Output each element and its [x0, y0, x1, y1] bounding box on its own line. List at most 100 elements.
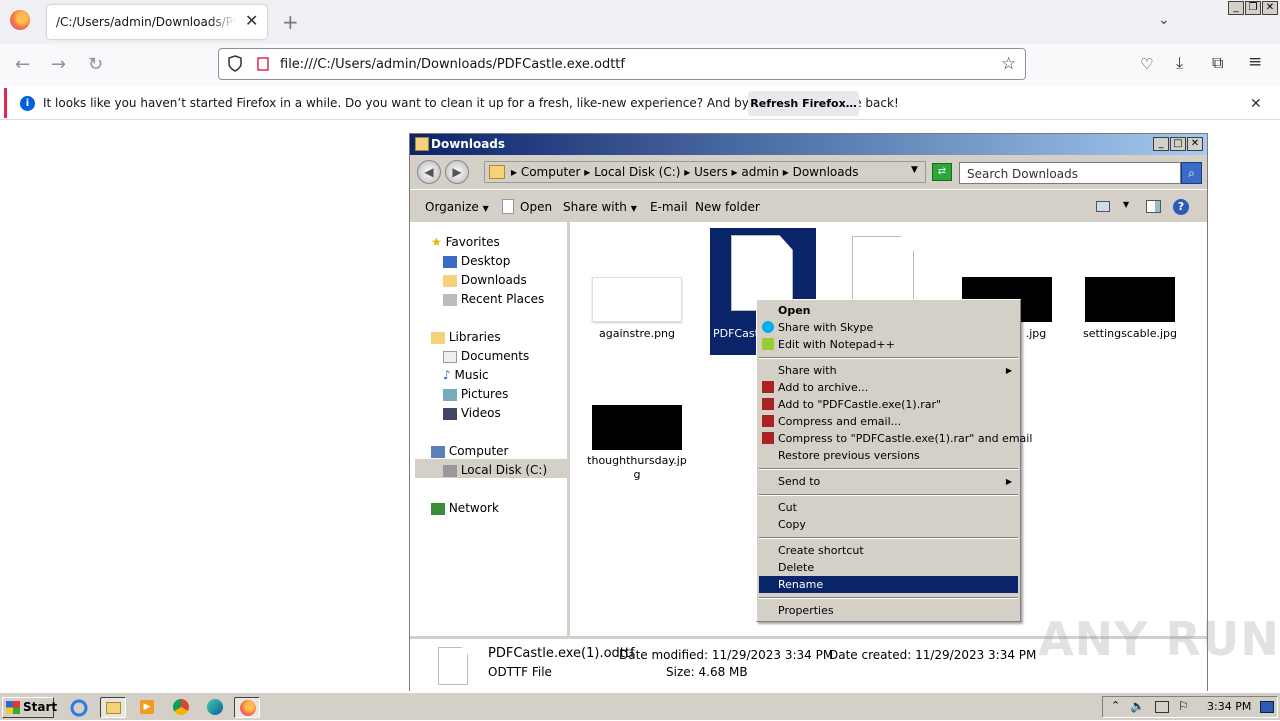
image-thumbnail[interactable] [1085, 277, 1175, 322]
menu-item-cut[interactable]: Cut [759, 499, 1018, 516]
refresh-go-icon[interactable]: ⇄ [932, 163, 952, 181]
image-thumbnail[interactable] [592, 277, 682, 322]
nav-videos[interactable]: Videos [443, 406, 501, 420]
menu-item-add-rar[interactable]: Add to "PDFCastle.exe(1).rar" [759, 396, 1018, 413]
new-folder-button[interactable]: New folder [695, 200, 760, 214]
shield-icon[interactable] [227, 55, 243, 73]
restore-icon[interactable]: ❐ [1245, 1, 1261, 15]
search-input[interactable]: Search Downloads [959, 162, 1181, 184]
url-text[interactable]: file:///C:/Users/admin/Downloads/PDFCast… [280, 57, 625, 72]
chevron-down-icon[interactable]: ⌄ [1158, 12, 1170, 28]
ie-icon[interactable] [66, 697, 92, 718]
pocket-icon[interactable]: ♡ [1140, 55, 1153, 73]
media-player-icon[interactable]: ▶ [134, 697, 160, 718]
image-thumbnail[interactable] [592, 405, 682, 450]
clock[interactable]: 3:34 PM [1207, 700, 1251, 713]
downloads-icon[interactable]: ⤓ [1176, 53, 1183, 73]
nav-computer[interactable]: Computer [431, 444, 508, 458]
menu-item-open[interactable]: Open [759, 302, 1018, 319]
chevron-down-icon[interactable]: ▼ [1123, 200, 1129, 209]
view-icon[interactable] [1096, 201, 1110, 212]
back-icon[interactable]: ← [15, 54, 30, 75]
chrome-icon[interactable] [168, 697, 194, 718]
refresh-firefox-button[interactable]: Refresh Firefox… [748, 91, 859, 116]
file-name-line1[interactable]: thoughthursday.jp [587, 454, 687, 467]
nav-libraries[interactable]: Libraries [431, 330, 501, 344]
menu-label: Compress to "PDFCastle.exe(1).rar" and e… [778, 432, 1033, 445]
network-tray-icon[interactable] [1155, 701, 1169, 713]
close-icon[interactable]: ✕ [1187, 137, 1203, 151]
tab-close-icon[interactable]: ✕ [245, 11, 258, 30]
help-icon[interactable]: ? [1173, 199, 1189, 215]
menu-item-compress-rar-email[interactable]: Compress to "PDFCastle.exe(1).rar" and e… [759, 430, 1032, 447]
menu-item-share-with[interactable]: Share with ▶ [759, 362, 1018, 379]
file-name[interactable]: againstre.png [587, 327, 687, 340]
open-button[interactable]: Open [520, 200, 552, 214]
forward-icon[interactable]: → [51, 54, 66, 75]
menu-item-share-skype[interactable]: Share with Skype [759, 319, 1018, 336]
start-label: Start [23, 700, 58, 714]
reload-icon[interactable]: ↻ [88, 54, 103, 75]
nav-favorites[interactable]: ★ Favorites [431, 235, 500, 249]
browser-tab[interactable]: /C:/Users/admin/Downloads/PDFCastle.exe.… [47, 5, 267, 39]
page-icon[interactable] [255, 56, 271, 72]
nav-local-disk[interactable]: Local Disk (C:) [443, 463, 547, 477]
extensions-icon[interactable]: ⧉ [1212, 53, 1223, 73]
minimize-icon[interactable]: _ [1153, 137, 1169, 151]
chevron-down-icon[interactable]: ▼ [911, 165, 918, 175]
url-bar[interactable]: file:///C:/Users/admin/Downloads/PDFCast… [218, 48, 1026, 80]
nav-documents[interactable]: Documents [443, 349, 529, 363]
tray-expand-icon[interactable]: ⌃ [1111, 699, 1120, 712]
action-center-flag-icon[interactable]: ⚐ [1178, 699, 1189, 713]
firefox-logo-icon[interactable] [10, 10, 30, 30]
notepad-plus-icon [762, 338, 774, 350]
email-button[interactable]: E-mail [650, 200, 688, 214]
minimize-icon[interactable]: _ [1228, 1, 1244, 15]
preview-pane-icon[interactable] [1146, 200, 1161, 213]
new-tab-icon[interactable]: + [282, 10, 299, 34]
nav-recent-places[interactable]: Recent Places [443, 292, 544, 306]
menu-item-send-to[interactable]: Send to ▶ [759, 473, 1018, 490]
menu-item-create-shortcut[interactable]: Create shortcut [759, 542, 1018, 559]
search-icon[interactable]: ⌕ [1181, 162, 1202, 184]
firefox-icon[interactable] [234, 697, 260, 718]
search-placeholder: Search Downloads [967, 167, 1078, 181]
nav-network[interactable]: Network [431, 501, 499, 515]
menu-item-rename[interactable]: Rename [759, 576, 1018, 593]
edge-icon[interactable] [202, 697, 228, 718]
file-name-line2[interactable]: g [587, 468, 687, 481]
breadcrumb[interactable]: ▸ Computer ▸ Local Disk (C:) ▸ Users ▸ a… [511, 165, 859, 179]
window-title-bar[interactable]: Downloads _ □ ✕ [410, 134, 1207, 155]
address-bar[interactable]: ▸ Computer ▸ Local Disk (C:) ▸ Users ▸ a… [484, 161, 926, 183]
menu-icon[interactable]: ≡ [1248, 52, 1262, 72]
organize-button[interactable]: Organize ▼ [425, 200, 489, 214]
volume-icon[interactable]: 🔈 [1130, 699, 1145, 713]
menu-item-delete[interactable]: Delete [759, 559, 1018, 576]
close-icon[interactable]: ✕ [1262, 1, 1278, 15]
nav-label: Videos [460, 406, 501, 420]
maximize-icon[interactable]: □ [1170, 137, 1186, 151]
menu-item-edit-notepad[interactable]: Edit with Notepad++ [759, 336, 1018, 353]
explorer-icon[interactable] [100, 697, 126, 718]
nav-downloads[interactable]: Downloads [443, 273, 527, 287]
file-name[interactable]: settingscable.jpg [1080, 327, 1180, 340]
forward-icon[interactable]: ▶ [445, 160, 469, 184]
system-tray: ⌃ 🔈 ⚐ 3:34 PM [1102, 696, 1278, 718]
menu-item-restore[interactable]: Restore previous versions [759, 447, 1018, 464]
close-notification-icon[interactable]: ✕ [1250, 96, 1262, 112]
nav-music[interactable]: ♪ Music [443, 368, 489, 382]
recent-places-icon [443, 293, 457, 306]
menu-item-properties[interactable]: Properties [759, 602, 1018, 619]
nav-pictures[interactable]: Pictures [443, 387, 508, 401]
menu-item-copy[interactable]: Copy [759, 516, 1018, 533]
details-date-modified: Date modified: 11/29/2023 3:34 PM [619, 648, 834, 662]
show-desktop-icon[interactable] [1260, 701, 1274, 713]
menu-item-compress-email[interactable]: Compress and email... [759, 413, 1018, 430]
back-icon[interactable]: ◀ [417, 160, 441, 184]
share-with-button[interactable]: Share with ▼ [563, 200, 637, 214]
start-button[interactable]: Start [2, 697, 58, 718]
winrar-icon [762, 398, 774, 410]
menu-item-add-archive[interactable]: Add to archive... [759, 379, 1018, 396]
bookmark-star-icon[interactable]: ☆ [1001, 54, 1016, 74]
nav-desktop[interactable]: Desktop [443, 254, 510, 268]
